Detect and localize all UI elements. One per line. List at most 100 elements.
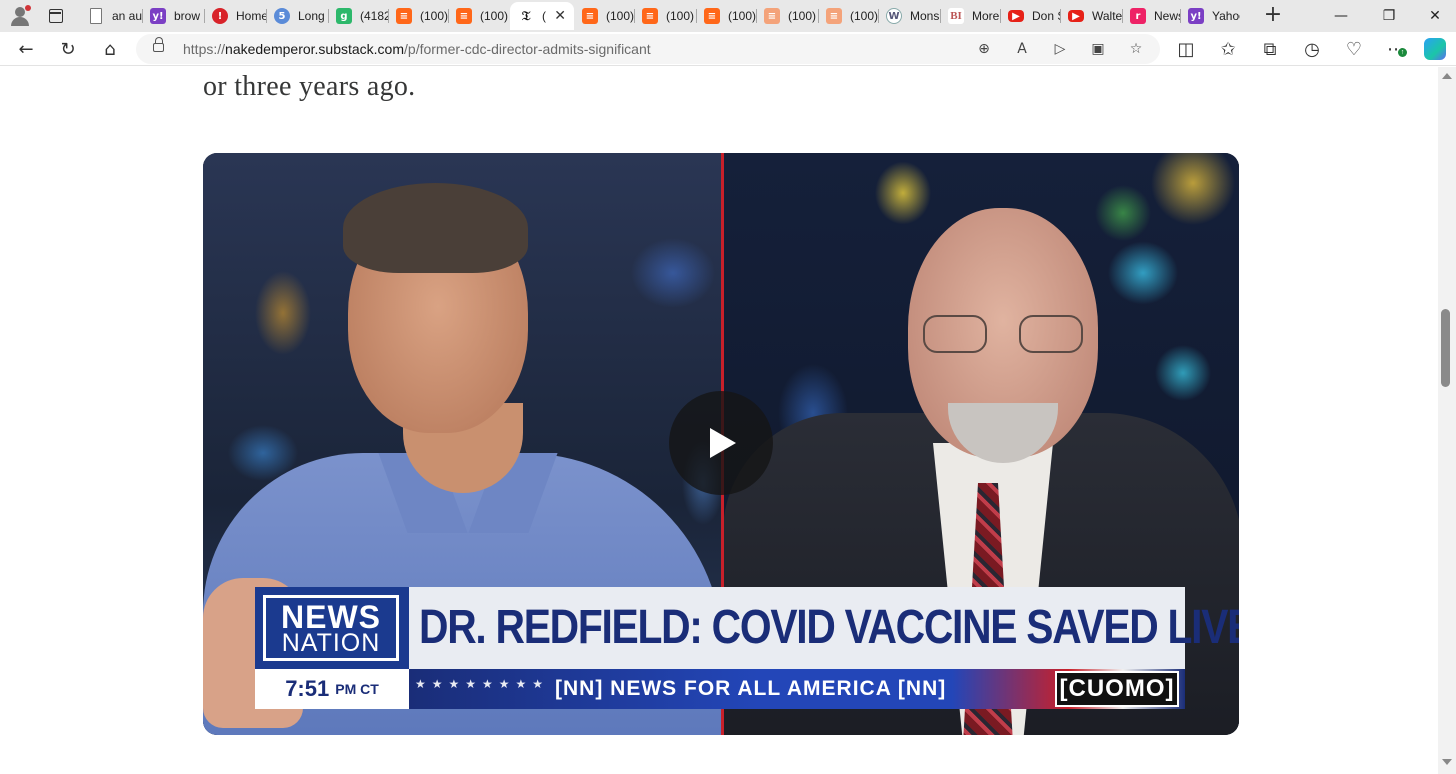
tab-label: Yahoo (1212, 9, 1240, 23)
youtube-icon: ▶ (1068, 10, 1084, 22)
logo-line-1: NEWS (281, 599, 381, 635)
substack-icon: ≡ (764, 8, 780, 24)
immersive-reader-icon[interactable]: ▣ (1086, 37, 1110, 61)
new-tab-button[interactable]: + (1261, 4, 1285, 28)
copilot-icon[interactable] (1424, 38, 1446, 60)
vertical-scrollbar[interactable] (1438, 67, 1456, 774)
five-icon: 5 (274, 8, 290, 24)
article-text: or three years ago. (203, 71, 416, 102)
document-icon (90, 8, 102, 24)
url-scheme: https:// (183, 41, 226, 57)
substack-icon: ≡ (396, 8, 412, 24)
tab-9[interactable]: ≡ (100) (634, 2, 696, 30)
tab-label: (100) (606, 9, 634, 23)
restore-button[interactable]: ❐ (1366, 0, 1412, 32)
wordpress-icon: W (886, 8, 902, 24)
tab-label: Home (236, 9, 266, 23)
minimize-button[interactable]: — (1318, 0, 1364, 32)
tab-4[interactable]: g (4182 (328, 2, 388, 30)
broadcast-time: 7:51 PM CT (255, 669, 409, 709)
tab-label: Walte (1092, 9, 1122, 23)
bi-icon: BI (948, 8, 964, 24)
headline-text: DR. REDFIELD: COVID VACCINE SAVED LIVES (419, 601, 1239, 654)
tab-label: Long (298, 9, 325, 23)
tab-label: brow (174, 9, 201, 23)
youtube-icon: ▶ (1008, 10, 1024, 22)
scroll-up-arrow-icon[interactable] (1442, 73, 1452, 79)
tab-label: Don S (1032, 9, 1060, 23)
back-arrow-icon[interactable]: ← (11, 35, 41, 63)
logo-line-2: NATION (281, 629, 381, 657)
tab-17[interactable]: r News (1122, 2, 1180, 30)
url-text[interactable]: https://nakedemperor.substack.com/p/form… (183, 41, 651, 57)
close-tab-icon[interactable]: ✕ (554, 8, 566, 24)
tab-label: (100) (480, 9, 509, 23)
favorite-star-icon[interactable]: ☆ (1124, 37, 1148, 61)
home-icon[interactable]: ⌂ (95, 35, 125, 63)
tab-3[interactable]: 5 Long (266, 2, 328, 30)
substack-icon: ≡ (704, 8, 720, 24)
tab-label: (100) (420, 9, 448, 23)
tab-label: (100) (788, 9, 817, 23)
scrollbar-thumb[interactable] (1441, 309, 1450, 387)
tab-label: an au (112, 9, 142, 23)
tab-label: Mons (910, 9, 940, 23)
yahoo-icon: y! (1188, 8, 1204, 24)
substack-icon: ≡ (826, 8, 842, 24)
substack-icon: ≡ (582, 8, 598, 24)
tab-5[interactable]: ≡ (100) (388, 2, 448, 30)
tab-15[interactable]: ▶ Don S (1000, 2, 1060, 30)
play-button[interactable] (669, 391, 773, 495)
substack-icon: ≡ (456, 8, 472, 24)
profile-icon[interactable] (8, 5, 32, 27)
video-player[interactable]: NEWS NATION DR. REDFIELD: COVID VACCINE … (203, 153, 1239, 735)
yahoo-icon: y! (150, 8, 166, 24)
collections-icon[interactable]: ⧉ (1255, 35, 1285, 63)
guest-glasses (923, 315, 1083, 355)
address-bar[interactable]: https://nakedemperor.substack.com/p/form… (136, 34, 1160, 64)
tab-12[interactable]: ≡ (100) (818, 2, 878, 30)
tab-8[interactable]: ≡ (100) (574, 2, 634, 30)
tab-13[interactable]: W Mons (878, 2, 940, 30)
substack-icon: ≡ (642, 8, 658, 24)
tab-label: (100) (728, 9, 756, 23)
url-host: nakedemperor.substack.com (225, 41, 405, 57)
show-name-badge: [CUOMO] (1055, 671, 1179, 707)
tab-14[interactable]: BI More (940, 2, 1000, 30)
tab-7[interactable]: 𝔗 (✕ (510, 2, 574, 30)
ticker-text: [NN] NEWS FOR ALL AMERICA [NN] (555, 677, 947, 700)
time-value: 7:51 (285, 676, 330, 701)
tab-2[interactable]: ! Home (204, 2, 266, 30)
more-options-icon[interactable]: ⋯ (1381, 35, 1411, 63)
scroll-down-arrow-icon[interactable] (1442, 759, 1452, 765)
tab-10[interactable]: ≡ (100) (696, 2, 756, 30)
tab-list: an au y! brow! Home 5 Long g (4182 ≡ (100) ≡ (100) 𝔗… (80, 2, 1240, 30)
split-screen-icon[interactable]: ◫ (1171, 35, 1201, 63)
history-icon[interactable]: ◷ (1297, 35, 1327, 63)
zoom-icon[interactable]: ⊕ (972, 37, 996, 61)
news-icon: r (1130, 8, 1146, 24)
tab-label: ( (542, 9, 546, 23)
tab-16[interactable]: ▶ Walte (1060, 2, 1122, 30)
tab-1[interactable]: y! brow (142, 2, 204, 30)
favorites-icon[interactable]: ✩ (1213, 35, 1243, 63)
video-icon[interactable]: ▷ (1048, 37, 1072, 61)
lock-icon[interactable] (153, 37, 164, 52)
browser-essentials-icon[interactable]: ♡ (1339, 35, 1369, 63)
page-content: or three years ago. NEWS NATION DR. REDF… (0, 67, 1438, 774)
tab-18[interactable]: y! Yahoo (1180, 2, 1240, 30)
close-window-button[interactable]: ✕ (1412, 0, 1456, 32)
stars-decoration: ★★★★★★★★ (415, 677, 550, 691)
tab-11[interactable]: ≡ (100) (756, 2, 818, 30)
refresh-icon[interactable]: ↻ (53, 35, 83, 63)
read-aloud-icon[interactable]: A (1010, 37, 1034, 61)
time-zone: PM CT (335, 681, 379, 697)
browser-toolbar: ← ↻ ⌂ https://nakedemperor.substack.com/… (0, 32, 1456, 66)
tab-strip: an au y! brow! Home 5 Long g (4182 ≡ (100) ≡ (100) 𝔗… (0, 0, 1456, 32)
tab-6[interactable]: ≡ (100) (448, 2, 510, 30)
tab-0[interactable]: an au (80, 2, 142, 30)
tab-label: More (972, 9, 1000, 23)
tab-actions-icon[interactable] (44, 5, 68, 27)
tab-label: (4182 (360, 9, 388, 23)
tab-label: (100) (850, 9, 878, 23)
